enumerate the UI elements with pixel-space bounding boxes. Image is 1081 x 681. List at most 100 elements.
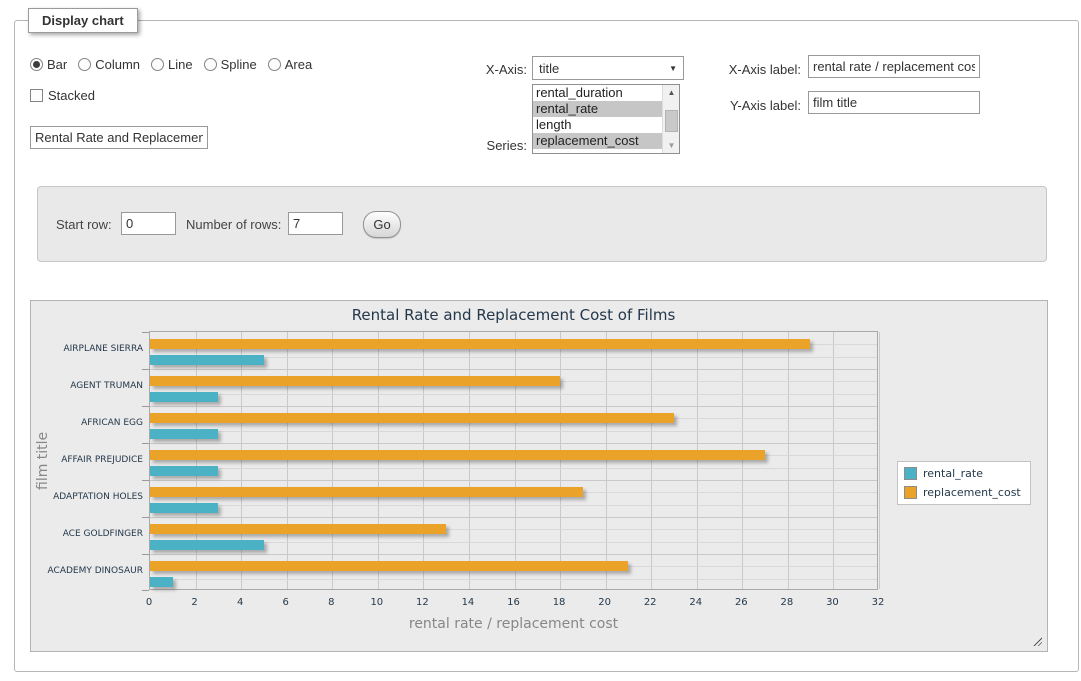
radio-spline[interactable] bbox=[204, 58, 217, 71]
radio-bar[interactable] bbox=[30, 58, 43, 71]
legend-item-replacement_cost: replacement_cost bbox=[904, 486, 1021, 499]
x-tick-label: 6 bbox=[268, 597, 304, 608]
x-tick-label: 22 bbox=[632, 597, 668, 608]
y-axis-label-input[interactable] bbox=[808, 91, 980, 114]
start-row-input[interactable] bbox=[121, 212, 176, 235]
x-axis-field-label: X-Axis: bbox=[440, 62, 527, 77]
radio-area[interactable] bbox=[268, 58, 281, 71]
gridline bbox=[423, 332, 424, 589]
series-option-rental_duration[interactable]: rental_duration bbox=[533, 85, 663, 101]
scroll-down-icon[interactable]: ▼ bbox=[663, 138, 680, 153]
rental_rate-bar bbox=[150, 466, 218, 476]
stacked-row: Stacked bbox=[30, 88, 95, 103]
x-tick-label: 8 bbox=[313, 597, 349, 608]
rental_rate-bar bbox=[150, 540, 264, 550]
legend-item-rental_rate: rental_rate bbox=[904, 467, 1021, 480]
legend-label: rental_rate bbox=[923, 467, 983, 480]
legend-swatch bbox=[904, 467, 917, 480]
x-tick-labels: 02468101214161820222426283032 bbox=[149, 597, 878, 611]
resize-grip-icon[interactable] bbox=[1032, 636, 1042, 646]
x-axis-selected-value: title bbox=[539, 61, 559, 76]
y-axis-tick bbox=[142, 369, 149, 370]
x-tick-label: 4 bbox=[222, 597, 258, 608]
y-axis-label-field-label: Y-Axis label: bbox=[713, 98, 801, 113]
y-axis-tick bbox=[142, 554, 149, 555]
rental_rate-bar bbox=[150, 392, 218, 402]
y-axis-tick bbox=[142, 332, 149, 333]
y-axis-tick bbox=[142, 590, 149, 591]
start-row-label: Start row: bbox=[56, 217, 112, 232]
y-axis-tick bbox=[142, 480, 149, 481]
chart-panel: Rental Rate and Replacement Cost of Film… bbox=[30, 300, 1048, 652]
row-range-panel: Start row: Number of rows: Go bbox=[37, 186, 1047, 262]
gridline bbox=[150, 480, 877, 481]
chart-type-option-bar: Bar bbox=[30, 57, 67, 72]
gridline bbox=[879, 332, 880, 589]
gridline bbox=[150, 406, 877, 407]
gridline bbox=[788, 332, 789, 589]
rental_rate-bar bbox=[150, 355, 264, 365]
y-axis-tick bbox=[142, 406, 149, 407]
chart-type-option-area: Area bbox=[268, 57, 312, 72]
y-axis-tick bbox=[142, 443, 149, 444]
number-of-rows-label: Number of rows: bbox=[186, 217, 281, 232]
radio-column[interactable] bbox=[78, 58, 91, 71]
chart-type-radio-group: Bar Column Line Spline Area bbox=[30, 57, 312, 72]
x-axis-select[interactable]: title ▼ bbox=[532, 56, 684, 80]
gridline bbox=[150, 394, 877, 395]
gridline bbox=[150, 468, 877, 469]
x-tick-label: 16 bbox=[496, 597, 532, 608]
gridline bbox=[560, 332, 561, 589]
replacement_cost-bar bbox=[150, 487, 583, 497]
x-tick-label: 14 bbox=[450, 597, 486, 608]
stacked-label: Stacked bbox=[48, 88, 95, 103]
fieldset-legend: Display chart bbox=[28, 8, 138, 33]
gridline bbox=[697, 332, 698, 589]
x-tick-label: 10 bbox=[359, 597, 395, 608]
x-tick-label: 2 bbox=[177, 597, 213, 608]
gridline bbox=[150, 369, 877, 370]
x-axis-label-input[interactable] bbox=[808, 55, 980, 78]
select-dropdown-arrow-icon: ▼ bbox=[669, 64, 677, 73]
x-tick-label: 30 bbox=[814, 597, 850, 608]
rental_rate-bar bbox=[150, 503, 218, 513]
replacement_cost-bar bbox=[150, 450, 765, 460]
y-axis-title: film title bbox=[35, 331, 51, 590]
plot-area bbox=[149, 331, 878, 590]
radio-line[interactable] bbox=[151, 58, 164, 71]
radio-label: Spline bbox=[221, 57, 257, 72]
gridline bbox=[469, 332, 470, 589]
scroll-up-icon[interactable]: ▲ bbox=[663, 85, 680, 100]
radio-label: Column bbox=[95, 57, 140, 72]
x-tick-label: 26 bbox=[723, 597, 759, 608]
gridline bbox=[332, 332, 333, 589]
replacement_cost-bar bbox=[150, 376, 560, 386]
chart-legend: rental_rate replacement_cost bbox=[897, 461, 1031, 505]
radio-label: Area bbox=[285, 57, 312, 72]
gridline bbox=[241, 332, 242, 589]
number-of-rows-input[interactable] bbox=[288, 212, 343, 235]
series-field-label: Series: bbox=[440, 138, 527, 153]
rental_rate-bar bbox=[150, 577, 173, 587]
gridline bbox=[606, 332, 607, 589]
gridline bbox=[150, 579, 877, 580]
x-tick-label: 18 bbox=[541, 597, 577, 608]
gridline bbox=[742, 332, 743, 589]
series-multiselect[interactable]: rental_durationrental_ratelengthreplacem… bbox=[532, 84, 680, 154]
chart-title-input[interactable] bbox=[30, 126, 208, 149]
gridline bbox=[150, 517, 877, 518]
chart-type-option-line: Line bbox=[151, 57, 193, 72]
series-option-length[interactable]: length bbox=[533, 117, 663, 133]
series-scrollbar[interactable]: ▲ ▼ bbox=[662, 85, 679, 153]
stacked-checkbox[interactable] bbox=[30, 89, 43, 102]
series-option-replacement_cost[interactable]: replacement_cost bbox=[533, 133, 663, 149]
chart-title: Rental Rate and Replacement Cost of Film… bbox=[149, 306, 878, 324]
go-button[interactable]: Go bbox=[363, 211, 401, 238]
scrollbar-thumb[interactable] bbox=[665, 110, 678, 132]
radio-label: Bar bbox=[47, 57, 67, 72]
series-option-rental_rate[interactable]: rental_rate bbox=[533, 101, 663, 117]
replacement_cost-bar bbox=[150, 524, 446, 534]
gridline bbox=[150, 554, 877, 555]
chart-type-option-column: Column bbox=[78, 57, 140, 72]
x-tick-label: 28 bbox=[769, 597, 805, 608]
